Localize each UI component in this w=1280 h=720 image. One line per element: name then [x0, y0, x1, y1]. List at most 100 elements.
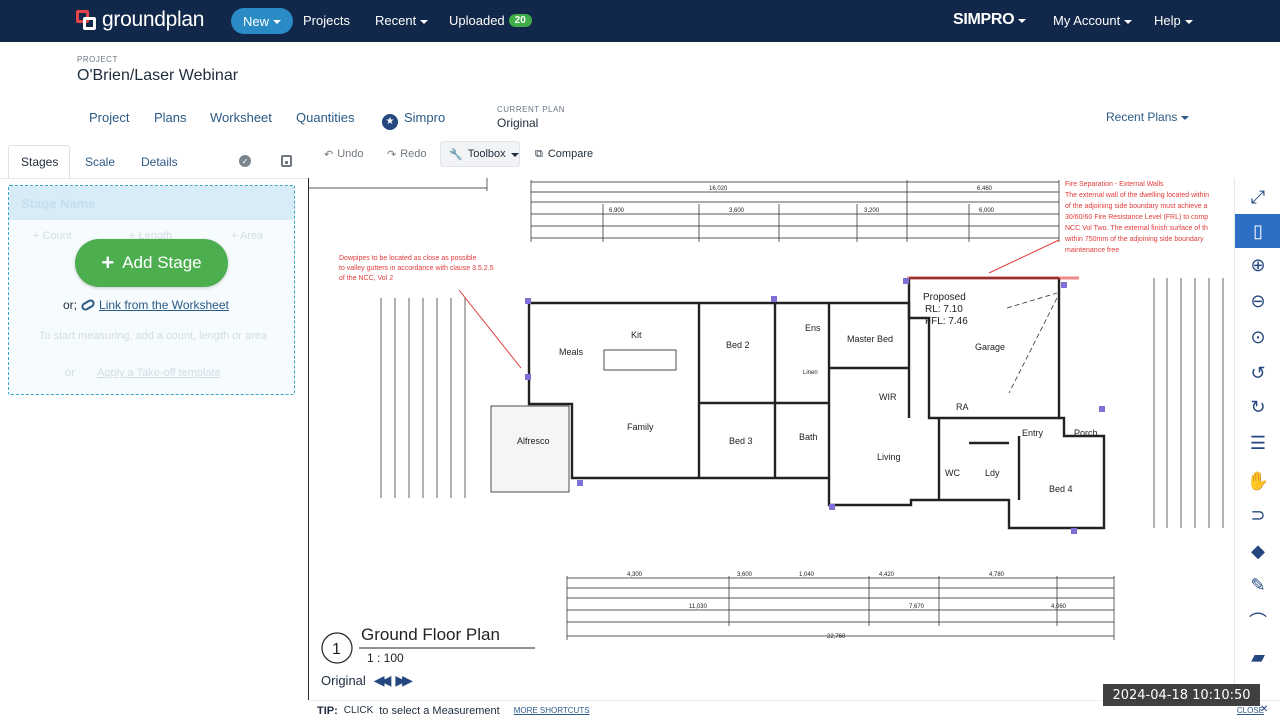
- room-living: Living: [877, 452, 901, 462]
- add-stage-button[interactable]: + Add Stage: [75, 239, 228, 287]
- proposed-label: Proposed: [923, 292, 966, 303]
- simpro-menu[interactable]: SIMPRO: [953, 11, 1027, 29]
- undo-button[interactable]: ↶ Undo: [324, 147, 364, 161]
- dim-top-1: 6,460: [977, 186, 993, 192]
- rotate-left-icon[interactable]: ↺: [1235, 356, 1280, 390]
- room-entry: Entry: [1022, 428, 1044, 438]
- proposed-ffl: FFL: 7.46: [925, 316, 968, 327]
- dim-bot-4: 4,780: [989, 572, 1005, 578]
- expand-icon[interactable]: ⤢: [1235, 180, 1280, 214]
- note-right-1: Fire Separation - External Walls: [1065, 181, 1164, 188]
- rotate-right-icon[interactable]: ↻: [1235, 390, 1280, 424]
- note-right-5: NCC Vol Two. The external finish surface…: [1065, 225, 1208, 232]
- faded-count: + Count: [33, 230, 72, 242]
- next-plan-icon[interactable]: ▶▶: [395, 672, 412, 689]
- room-bath: Bath: [799, 432, 818, 442]
- dim-bot-0: 4,300: [627, 572, 643, 578]
- note-right-3: of the adjoining side boundary must achi…: [1065, 203, 1208, 210]
- project-title: O'Brien/Laser Webinar: [77, 67, 239, 84]
- zoom-in-icon[interactable]: ⊕: [1235, 248, 1280, 282]
- recent-plans-dropdown[interactable]: Recent Plans: [1106, 110, 1190, 124]
- toolbox-label: Toolbox: [467, 148, 506, 160]
- nav-uploaded-label: Uploaded: [449, 13, 505, 28]
- nav-account-label: My Account: [1053, 13, 1121, 28]
- note-right-7: maintenance free: [1065, 247, 1119, 254]
- nav-help[interactable]: Help: [1154, 13, 1193, 28]
- room-linen: Linen: [803, 370, 818, 376]
- tab-details[interactable]: Details: [141, 155, 178, 169]
- arc-icon[interactable]: ⌒: [1235, 604, 1280, 638]
- faded-area: + Area: [231, 230, 264, 242]
- room-kit: Kit: [631, 330, 642, 340]
- zoom-out-icon[interactable]: ⊖: [1235, 284, 1280, 318]
- tab-plans[interactable]: Plans: [154, 110, 187, 125]
- faded-hint: To start measuring, add a count, length …: [38, 330, 268, 342]
- nav-recent-label: Recent: [375, 13, 417, 28]
- proposed-rl: RL: 7.10: [925, 304, 963, 315]
- current-plan-label: CURRENT PLAN: [497, 105, 566, 114]
- pen-icon[interactable]: ✎: [1235, 568, 1280, 602]
- add-stage-label: Add Stage: [122, 253, 202, 272]
- magnet-icon[interactable]: ⊃: [1235, 498, 1280, 532]
- zoom-fit-icon[interactable]: ⊙: [1235, 320, 1280, 354]
- stage-name-placeholder: Stage Name: [21, 196, 96, 211]
- tab-stages[interactable]: Stages: [21, 155, 58, 169]
- redo-icon: ↷: [387, 148, 397, 161]
- dim-bot-6: 7,670: [909, 604, 925, 610]
- room-master-bed: Master Bed: [847, 334, 893, 344]
- dim-bot-7: 4,060: [1051, 604, 1067, 610]
- tab-project[interactable]: Project: [89, 110, 129, 125]
- undo-label: Undo: [337, 148, 364, 160]
- more-shortcuts-link[interactable]: MORE SHORTCUTS: [514, 706, 590, 715]
- link-icon: [79, 298, 97, 312]
- tab-quantities[interactable]: Quantities: [296, 110, 355, 125]
- undo-icon: ↶: [324, 148, 334, 161]
- plan-chip-label: Original: [321, 672, 366, 688]
- nav-uploaded[interactable]: Uploaded 20: [449, 13, 532, 28]
- hand-icon[interactable]: ✋: [1235, 464, 1280, 498]
- check-circle-icon[interactable]: ✓: [239, 155, 251, 167]
- tab-scale[interactable]: Scale: [85, 155, 115, 169]
- room-ens: Ens: [805, 323, 821, 333]
- simpro-star-icon: ★: [382, 113, 398, 130]
- room-bed3: Bed 3: [729, 436, 753, 446]
- plan-number: 1: [332, 641, 341, 658]
- compare-button[interactable]: ⧉ Compare: [526, 141, 606, 167]
- project-label: PROJECT: [77, 55, 118, 64]
- stage-drop-zone: Stage Name + Count + Length + Area To st…: [8, 185, 295, 395]
- close-icon[interactable]: ✕: [1260, 704, 1268, 715]
- room-alfresco: Alfresco: [517, 436, 550, 446]
- new-button[interactable]: New: [231, 8, 294, 34]
- tip-label: TIP:: [317, 704, 338, 717]
- tab-worksheet[interactable]: Worksheet: [210, 110, 272, 125]
- current-plan-value[interactable]: Original: [497, 116, 538, 130]
- room-bed2: Bed 2: [726, 340, 750, 350]
- tab-simpro[interactable]: ★ Simpro: [382, 110, 445, 130]
- faded-template-link: Apply a Take-off template: [97, 367, 221, 379]
- note-left-1: Dowpipes to be located as close as possi…: [339, 255, 476, 262]
- worksheet-link-row: or; Link from the Worksheet: [63, 298, 229, 312]
- plan-canvas[interactable]: Dowpipes to be located as close as possi…: [308, 178, 1234, 700]
- list-icon[interactable]: ☰: [1235, 426, 1280, 460]
- nav-recent[interactable]: Recent: [375, 13, 429, 28]
- note-left-3: of the NCC, Vol 2: [339, 275, 393, 282]
- link-from-worksheet[interactable]: Link from the Worksheet: [99, 298, 229, 312]
- redo-button[interactable]: ↷ Redo: [387, 147, 427, 161]
- nav-my-account[interactable]: My Account: [1053, 13, 1133, 28]
- panel-icon[interactable]: ▯: [1235, 214, 1280, 248]
- video-timestamp: 2024-04-18 10:10:50: [1103, 684, 1260, 706]
- save-icon[interactable]: [281, 155, 292, 167]
- eraser-icon[interactable]: ◆: [1235, 534, 1280, 568]
- nav-help-label: Help: [1154, 13, 1181, 28]
- room-bed4: Bed 4: [1049, 484, 1073, 494]
- logo-icon: [76, 10, 96, 30]
- plus-icon: +: [101, 250, 115, 275]
- logo-text: groundplan: [102, 8, 205, 31]
- ruler-icon[interactable]: ▰: [1235, 640, 1280, 674]
- groundplan-logo[interactable]: groundplan: [76, 8, 204, 32]
- previous-plan-icon[interactable]: ◀◀: [374, 672, 391, 689]
- toolbox-dropdown[interactable]: 🔧 Toolbox: [440, 141, 520, 167]
- room-ldy: Ldy: [985, 468, 1000, 478]
- nav-projects[interactable]: Projects: [303, 13, 350, 28]
- faded-or: or: [65, 367, 75, 379]
